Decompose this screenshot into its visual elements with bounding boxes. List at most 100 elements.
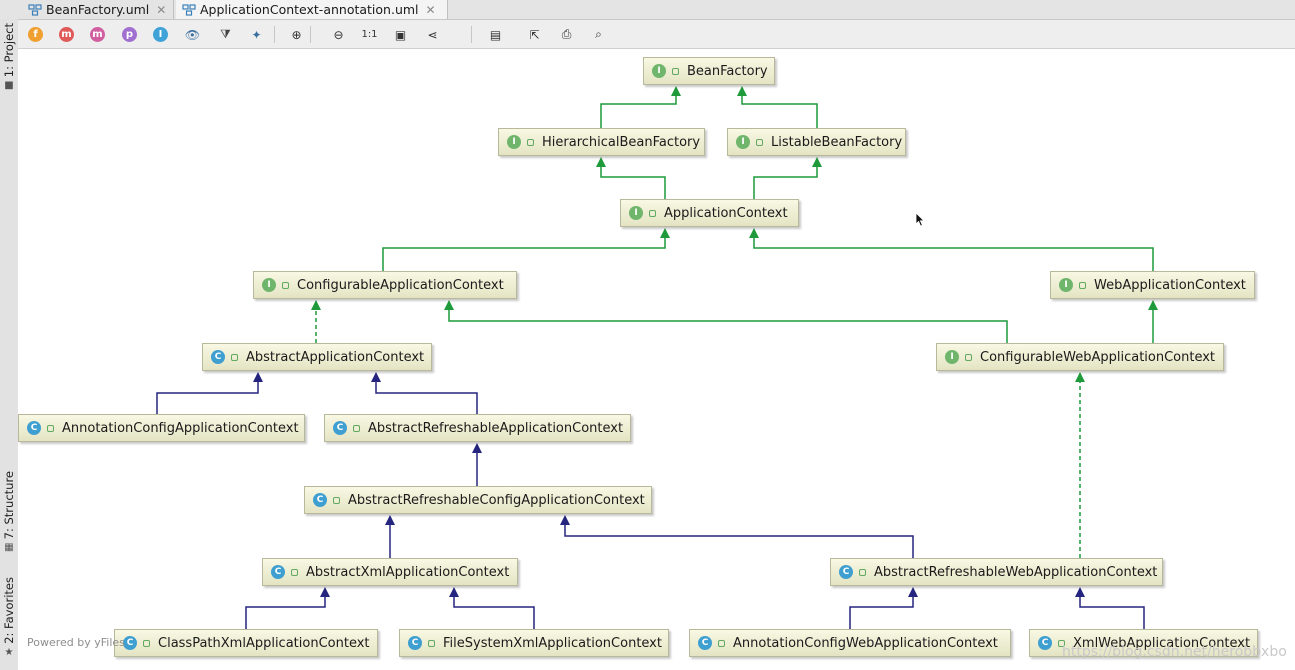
uml-node-abstract-refreshable-web-application-context[interactable]: C AbstractRefreshableWebApplicationContex…: [830, 558, 1163, 586]
export-button[interactable]: ⇱: [526, 26, 543, 43]
uml-node-configurable-application-context[interactable]: I ConfigurableApplicationContext: [253, 271, 517, 299]
methods-toggle-button[interactable]: m: [90, 27, 105, 42]
fields-toggle-button[interactable]: f: [28, 27, 43, 42]
properties-toggle-button[interactable]: p: [122, 27, 137, 42]
edge-application-context-to-listable-bean-factory: [753, 157, 822, 199]
interface-icon: I: [629, 206, 643, 220]
public-visibility-icon: [672, 67, 679, 75]
layout-button[interactable]: ✦: [248, 26, 265, 43]
tab-applicationcontext-annotation-uml[interactable]: ApplicationContext-annotation.uml ✕: [176, 0, 448, 19]
sidebar-tab-structure[interactable]: 7: Structure ▦: [0, 471, 18, 553]
uml-node-label: BeanFactory: [687, 63, 768, 79]
print-preview-icon: ⌕: [595, 27, 602, 41]
zoom-out-button[interactable]: ⊖: [330, 26, 347, 43]
fit-content-button[interactable]: ▣: [392, 26, 409, 43]
class-icon: C: [123, 636, 137, 650]
mouse-cursor-icon: [915, 212, 925, 227]
toolbar-separator: [471, 26, 472, 43]
interface-icon: I: [736, 135, 750, 149]
filter-button[interactable]: ⧩: [217, 26, 234, 43]
uml-node-label: ConfigurableWebApplicationContext: [980, 349, 1216, 365]
edge-hierarchical-bean-factory-to-bean-factory: [600, 86, 681, 128]
uml-node-annotation-config-web-application-context[interactable]: C AnnotationConfigWebApplicationContext: [689, 629, 1011, 657]
arrowhead-icon: [812, 157, 822, 167]
uml-node-class-path-xml-application-context[interactable]: C ClassPathXmlApplicationContext: [114, 629, 378, 657]
arrowhead-icon: [671, 86, 681, 96]
public-visibility-icon: [333, 496, 340, 504]
edge-abstract-refreshable-application-context-to-abstract-application-context: [371, 372, 478, 414]
uml-node-listable-bean-factory[interactable]: I ListableBeanFactory: [727, 128, 906, 156]
public-visibility-icon: [282, 281, 289, 289]
uml-node-label: WebApplicationContext: [1094, 277, 1246, 293]
methods-toggle-icon: m: [92, 29, 103, 40]
uml-node-label: AbstractRefreshableApplicationContext: [368, 420, 624, 436]
public-visibility-icon: [353, 424, 360, 432]
visibility-button[interactable]: 👁: [184, 26, 201, 43]
uml-node-file-system-xml-application-context[interactable]: C FileSystemXmlApplicationContext: [399, 629, 669, 657]
properties-toggle-icon: p: [125, 29, 134, 40]
class-icon: C: [271, 565, 285, 579]
sidebar-tab-favorites[interactable]: 2: Favorites ★: [0, 577, 18, 658]
share-button[interactable]: ⋖: [424, 26, 441, 43]
close-icon[interactable]: ✕: [426, 3, 436, 17]
uml-node-hierarchical-bean-factory[interactable]: I HierarchicalBeanFactory: [498, 128, 705, 156]
constructors-toggle-icon: m: [61, 29, 72, 40]
arrowhead-icon: [749, 228, 759, 238]
zoom-in-button[interactable]: ⊕: [288, 26, 305, 43]
edge-abstract-refreshable-web-application-context-to-configurable-web-application-context: [1075, 372, 1085, 558]
edge-application-context-to-hierarchical-bean-factory: [596, 157, 666, 199]
powered-by-label: Powered by yFiles: [27, 636, 125, 649]
uml-file-icon: [28, 3, 42, 16]
edge-configurable-web-application-context-to-configurable-application-context: [444, 300, 1008, 343]
uml-node-application-context[interactable]: I ApplicationContext: [620, 199, 799, 227]
arrowhead-icon: [371, 372, 381, 382]
inner-classes-toggle-button[interactable]: I: [153, 27, 168, 42]
uml-node-label: AbstractApplicationContext: [246, 349, 425, 365]
uml-node-web-application-context[interactable]: I WebApplicationContext: [1050, 271, 1255, 299]
save-button[interactable]: ▤: [487, 26, 504, 43]
zoom-out-icon: ⊖: [333, 27, 344, 42]
class-icon: C: [839, 565, 853, 579]
print-preview-button[interactable]: ⌕: [590, 26, 607, 43]
class-icon: C: [333, 421, 347, 435]
sidebar-tab-label: 7: Structure: [2, 471, 16, 540]
uml-node-abstract-application-context[interactable]: C AbstractApplicationContext: [202, 343, 432, 371]
uml-node-annotation-config-application-context[interactable]: C AnnotationConfigApplicationContext: [18, 414, 305, 442]
uml-node-abstract-xml-application-context[interactable]: C AbstractXmlApplicationContext: [262, 558, 518, 586]
fit-content-icon: ▣: [394, 27, 407, 42]
constructors-toggle-button[interactable]: m: [59, 27, 74, 42]
public-visibility-icon: [143, 639, 150, 647]
interface-icon: I: [652, 64, 666, 78]
uml-diagram-canvas: I BeanFactory I HierarchicalBeanFactory I Lis…: [18, 49, 1295, 670]
uml-node-abstract-refreshable-config-application-context[interactable]: C AbstractRefreshableConfigApplicationCon…: [304, 486, 652, 514]
interface-icon: I: [1059, 278, 1073, 292]
actual-size-icon: 1:1: [361, 29, 378, 40]
star-icon: ★: [4, 646, 14, 658]
public-visibility-icon: [859, 568, 866, 576]
arrowhead-icon: [320, 587, 330, 597]
close-icon[interactable]: ✕: [156, 3, 166, 17]
uml-node-bean-factory[interactable]: I BeanFactory: [643, 57, 775, 85]
public-visibility-icon: [718, 639, 725, 647]
tab-label: BeanFactory.uml: [46, 2, 150, 17]
class-icon: C: [211, 350, 225, 364]
editor-tab-bar: BeanFactory.uml ✕ ApplicationContext-ann…: [0, 0, 1295, 20]
print-button[interactable]: ⎙: [558, 26, 575, 43]
sidebar-tab-project[interactable]: 1: Project ■: [0, 23, 18, 91]
class-icon: C: [408, 636, 422, 650]
arrowhead-icon: [444, 300, 454, 310]
arrowhead-icon: [385, 515, 395, 525]
interface-icon: I: [945, 350, 959, 364]
sidebar-tab-label: 1: Project: [2, 23, 16, 78]
arrowhead-icon: [737, 86, 747, 96]
edge-abstract-application-context-to-configurable-application-context: [311, 300, 321, 343]
uml-node-abstract-refreshable-application-context[interactable]: C AbstractRefreshableApplicationContext: [324, 414, 631, 442]
tab-label: ApplicationContext-annotation.uml: [200, 2, 419, 17]
edge-file-system-xml-application-context-to-abstract-xml-application-context: [449, 587, 535, 629]
tab-beanfactory-uml[interactable]: BeanFactory.uml ✕: [22, 0, 174, 19]
actual-size-button[interactable]: 1:1: [361, 26, 378, 43]
arrowhead-icon: [449, 587, 459, 597]
watermark: https://blog.csdn.net/herobbxbo: [1062, 644, 1287, 660]
uml-node-configurable-web-application-context[interactable]: I ConfigurableWebApplicationContext: [936, 343, 1224, 371]
edge-configurable-application-context-to-application-context: [382, 228, 670, 271]
